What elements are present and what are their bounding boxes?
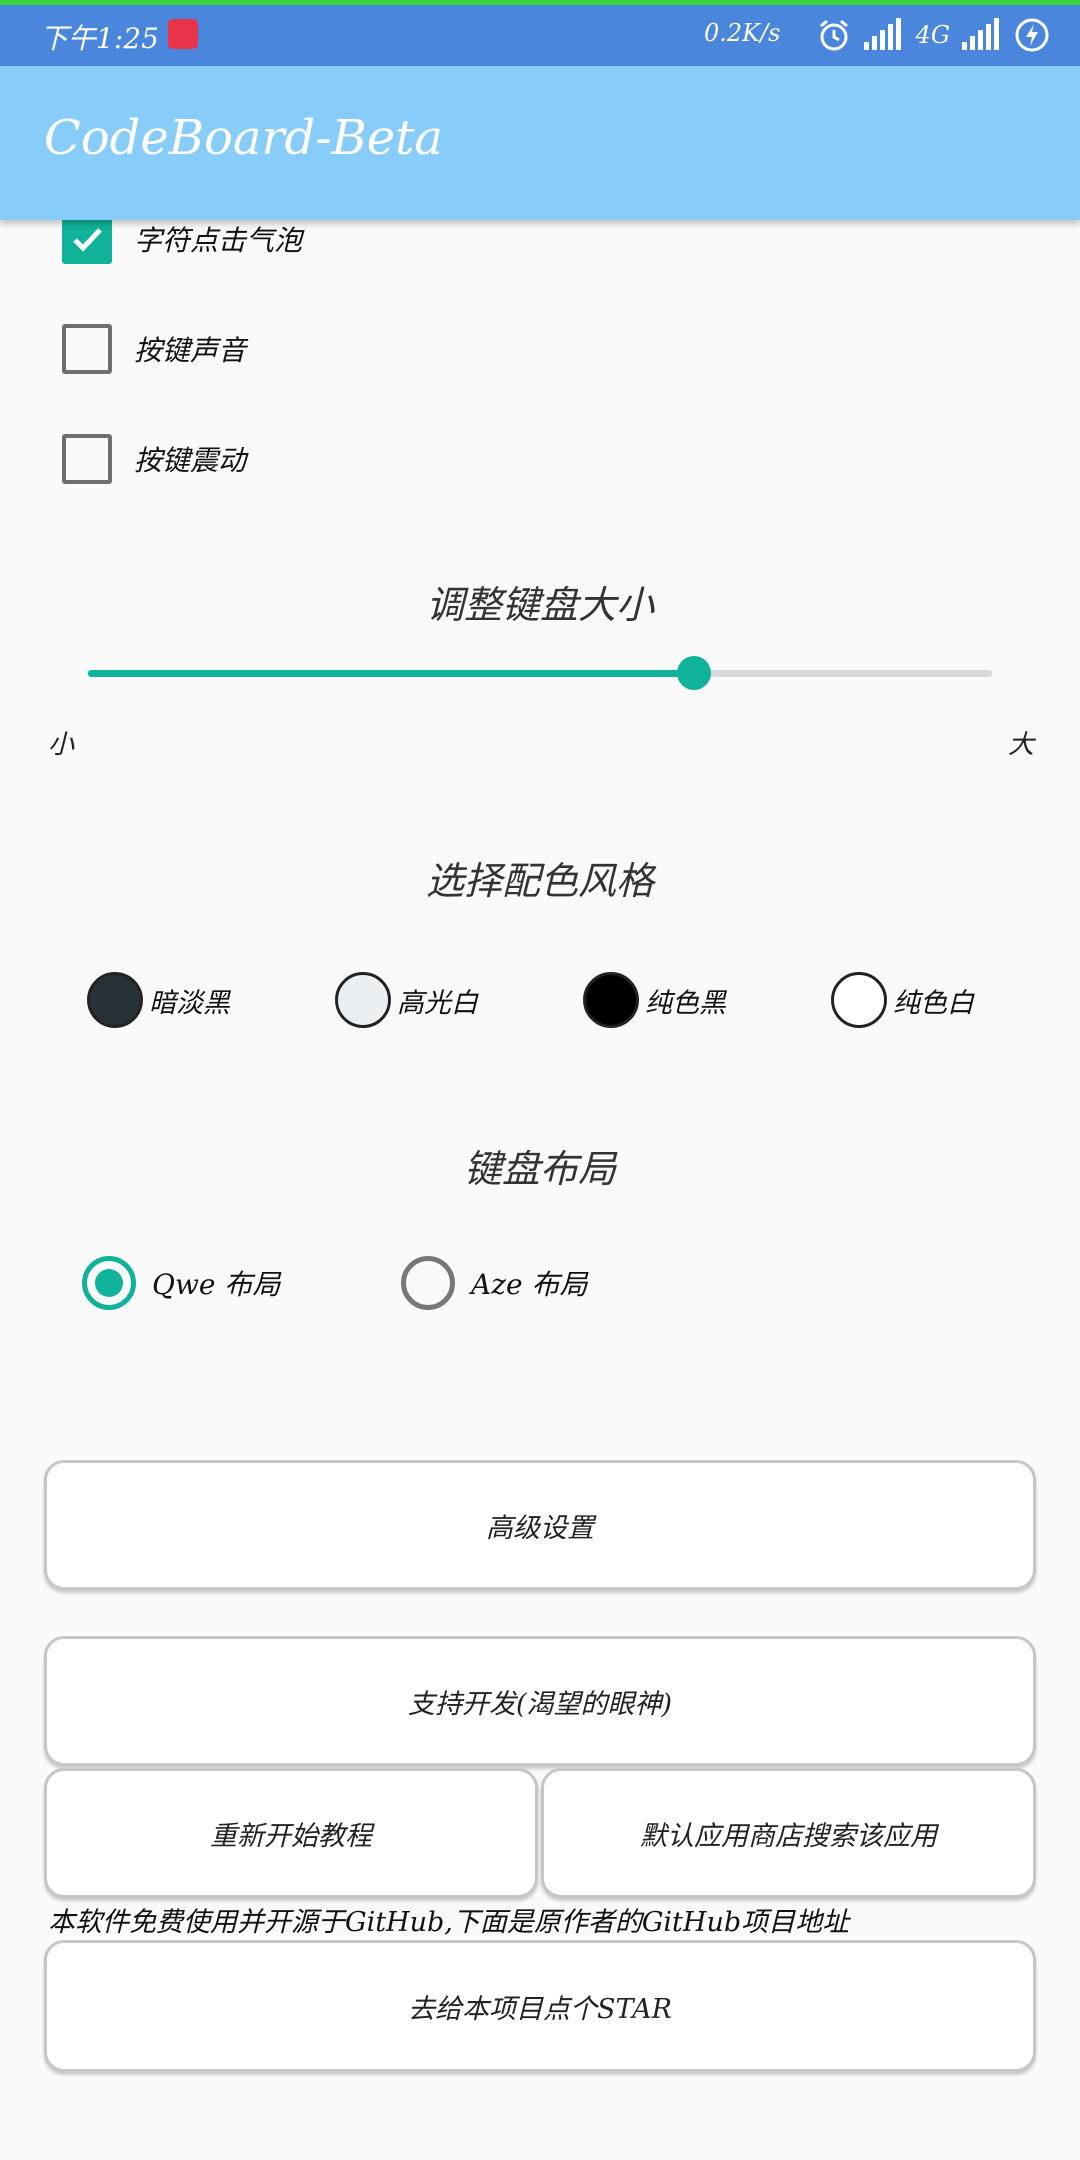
star-project-button[interactable]: 去给本项目点个STAR: [44, 1940, 1036, 2072]
advanced-settings-button[interactable]: 高级设置: [44, 1460, 1036, 1590]
sound-checkbox[interactable]: [62, 324, 112, 374]
open-source-info: 本软件免费使用并开源于GitHub,下面是原作者的GitHub项目地址: [48, 1907, 850, 1938]
vibrate-option[interactable]: 按键震动: [62, 431, 246, 487]
network-type: 4G: [915, 21, 950, 49]
signal-icon: [962, 18, 999, 50]
app-bar: CodeBoard-Beta: [0, 66, 1080, 220]
theme-label: 纯色白: [893, 987, 974, 1019]
size-slider-thumb[interactable]: [676, 656, 711, 690]
size-max-label: 大: [1008, 730, 1035, 760]
theme-section-title: 选择配色风格: [425, 859, 654, 903]
sound-option[interactable]: 按键声音: [62, 321, 246, 377]
app-notification-icon: [168, 19, 198, 49]
size-min-label: 小: [48, 730, 75, 760]
charging-icon: [1015, 18, 1049, 52]
alarm-icon: [819, 19, 848, 51]
layout-qwe-radio[interactable]: [82, 1256, 136, 1310]
bubble-checkbox[interactable]: [62, 214, 112, 264]
layout-qwe-label: Qwe 布局: [152, 1268, 281, 1301]
app-title: CodeBoard-Beta: [44, 110, 444, 166]
layout-section-title: 键盘布局: [463, 1147, 616, 1191]
layout-aze-label: Aze 布局: [471, 1268, 588, 1301]
support-dev-button[interactable]: 支持开发(渴望的眼神): [44, 1636, 1036, 1766]
status-bar: 下午1:25 0.2K/s 4G: [0, 5, 1080, 66]
theme-option-highlight-white[interactable]: 高光白: [335, 972, 478, 1028]
theme-label: 暗淡黑: [149, 987, 230, 1019]
layout-option-qwe[interactable]: Qwe 布局: [82, 1256, 280, 1310]
status-icons: 4G: [816, 13, 1050, 57]
theme-label: 纯色黑: [645, 987, 726, 1019]
signal-icon: [863, 18, 901, 50]
vibrate-checkbox[interactable]: [62, 434, 112, 484]
theme-swatch[interactable]: [583, 972, 639, 1028]
size-slider[interactable]: [88, 656, 992, 690]
size-section-title: 调整键盘大小: [425, 583, 654, 627]
theme-swatch[interactable]: [87, 972, 143, 1028]
theme-option-pure-black[interactable]: 纯色黑: [583, 972, 726, 1028]
restart-tutorial-button[interactable]: 重新开始教程: [44, 1768, 538, 1898]
vibrate-label: 按键震动: [134, 444, 247, 477]
store-search-button[interactable]: 默认应用商店搜索该应用: [541, 1768, 1036, 1898]
theme-swatch[interactable]: [335, 972, 391, 1028]
theme-swatch[interactable]: [831, 972, 887, 1028]
theme-label: 高光白: [397, 987, 478, 1019]
bubble-label: 字符点击气泡: [134, 224, 303, 257]
sound-label: 按键声音: [134, 334, 247, 367]
layout-aze-radio[interactable]: [401, 1256, 455, 1310]
net-speed: 0.2K/s: [704, 19, 781, 47]
layout-option-aze[interactable]: Aze 布局: [401, 1256, 587, 1310]
theme-option-dim-black[interactable]: 暗淡黑: [87, 972, 230, 1028]
check-icon: [73, 228, 102, 252]
size-slider-fill: [88, 670, 694, 677]
theme-option-pure-white[interactable]: 纯色白: [831, 972, 974, 1028]
status-time: 下午1:25: [40, 22, 159, 55]
